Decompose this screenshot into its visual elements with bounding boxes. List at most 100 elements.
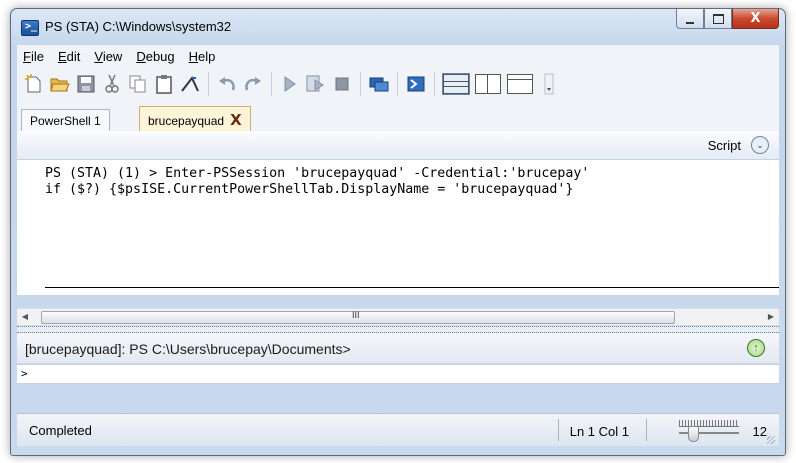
overflow-icon <box>544 73 554 95</box>
redo-icon <box>245 77 261 91</box>
toolbar <box>17 67 779 101</box>
layout-maximized-icon <box>508 79 532 80</box>
status-divider <box>646 419 647 441</box>
layout-script-right-button[interactable] <box>475 74 501 94</box>
scroll-right-icon[interactable]: ▶ <box>763 309 779 325</box>
arrow-up-icon[interactable]: ↑ <box>747 339 765 357</box>
prompt-bar: [brucepayquad]: PS C:\Users\brucepay\Doc… <box>17 333 779 363</box>
scroll-left-icon[interactable]: ◀ <box>17 309 33 325</box>
undo-icon <box>219 77 235 91</box>
menu-view[interactable]: View <box>88 49 130 64</box>
menu-edit[interactable]: Edit <box>52 49 88 64</box>
status-bar: Completed Ln 1 Col 1 12 <box>17 413 779 446</box>
menu-view-mnemonic: V <box>94 48 103 64</box>
toolbar-overflow-button[interactable] <box>536 71 562 97</box>
run-selection-icon <box>306 75 324 92</box>
menu-help-mnemonic: H <box>188 48 199 64</box>
layout-script-top-button[interactable] <box>442 73 470 95</box>
maximize-button[interactable] <box>704 9 732 29</box>
caption-buttons: X <box>676 9 779 29</box>
layout-script-maximized-button[interactable] <box>507 74 533 94</box>
ise-window: >_ PS (STA) C:\Windows\system32 X File E… <box>10 8 786 456</box>
toolbar-separator <box>208 72 209 96</box>
scrollbar-grip-icon: III <box>352 310 360 320</box>
menu-file-label: ile <box>30 48 44 64</box>
layout-top-icon <box>444 81 468 82</box>
cut-icon <box>105 74 119 93</box>
close-tab-icon[interactable]: X <box>230 111 242 129</box>
output-line: if ($?) {$psISE.CurrentPowerShellTab.Dis… <box>45 182 574 197</box>
menu-file[interactable]: File <box>17 49 52 64</box>
command-input-value: > <box>21 367 28 380</box>
new-button[interactable] <box>21 71 47 97</box>
copy-icon <box>129 75 146 93</box>
output-pane[interactable]: PS (STA) (1) > Enter-PSSession 'brucepay… <box>17 159 779 295</box>
command-input[interactable]: > <box>17 364 779 384</box>
zoom-value: 12 <box>752 424 767 439</box>
tab-powershell-1[interactable]: PowerShell 1 <box>21 109 110 131</box>
start-powershell-button[interactable] <box>403 71 429 97</box>
paste-button[interactable] <box>151 71 177 97</box>
new-icon <box>25 74 41 93</box>
run-icon <box>284 76 296 92</box>
menu-edit-label: dit <box>66 48 81 64</box>
menu-bar: File Edit View Debug Help <box>17 45 779 67</box>
new-remote-tab-button[interactable] <box>366 71 392 97</box>
save-icon <box>77 75 95 93</box>
toolbar-separator <box>360 72 361 96</box>
menu-debug[interactable]: Debug <box>130 49 182 64</box>
chevron-down-icon[interactable]: ⌄ <box>751 136 769 154</box>
close-button[interactable]: X <box>732 9 779 29</box>
output-separator <box>45 287 779 288</box>
script-pane-header: Script ⌄ <box>17 131 779 159</box>
redo-button[interactable] <box>240 71 266 97</box>
status-divider <box>558 419 559 441</box>
stop-icon <box>335 77 349 91</box>
stop-button[interactable] <box>329 71 355 97</box>
tab-label: brucepayquad <box>148 114 225 128</box>
run-selection-button[interactable] <box>303 71 329 97</box>
save-button[interactable] <box>73 71 99 97</box>
tab-brucepayquad[interactable]: brucepayquad X <box>139 106 251 132</box>
minimize-icon <box>686 21 694 24</box>
menu-debug-mnemonic: D <box>136 48 146 64</box>
output-line: PS (STA) (1) > Enter-PSSession 'brucepay… <box>45 166 590 181</box>
output-text: PS (STA) (1) > Enter-PSSession 'brucepay… <box>45 166 589 198</box>
title-bar[interactable]: >_ PS (STA) C:\Windows\system32 X <box>11 9 785 45</box>
copy-button[interactable] <box>125 71 151 97</box>
undo-button[interactable] <box>214 71 240 97</box>
cursor-position: Ln 1 Col 1 <box>569 424 629 439</box>
minimize-button[interactable] <box>676 9 704 29</box>
maximize-icon <box>712 13 724 24</box>
resize-grip-icon[interactable] <box>767 436 775 444</box>
scrollbar-thumb[interactable]: III <box>41 310 675 324</box>
horizontal-scrollbar[interactable]: ◀ III ▶ <box>17 308 779 326</box>
run-script-button[interactable] <box>277 71 303 97</box>
prompt-text: [brucepayquad]: PS C:\Users\brucepay\Doc… <box>25 341 351 357</box>
powershell-app-icon: >_ <box>21 20 39 36</box>
zoom-slider-thumb[interactable] <box>688 426 699 442</box>
script-pane-label: Script <box>707 138 741 153</box>
status-text: Completed <box>29 423 92 438</box>
open-button[interactable] <box>47 71 73 97</box>
clear-icon <box>181 76 199 92</box>
toolbar-separator <box>434 72 435 96</box>
cut-button[interactable] <box>99 71 125 97</box>
powershell-icon <box>407 76 425 92</box>
layout-right-icon <box>487 75 488 93</box>
layout-top-icon-divider <box>444 86 468 87</box>
toolbar-separator <box>397 72 398 96</box>
open-icon <box>50 78 70 92</box>
toolbar-separator <box>271 72 272 96</box>
menu-file-mnemonic: F <box>23 48 31 64</box>
pane-splitter[interactable] <box>17 326 779 333</box>
menu-help[interactable]: Help <box>183 49 224 64</box>
clear-button[interactable] <box>177 71 203 97</box>
window-title: PS (STA) C:\Windows\system32 <box>45 19 232 34</box>
tab-label: PowerShell 1 <box>30 114 101 128</box>
tab-strip: PowerShell 1 brucepayquad X <box>17 101 779 132</box>
menu-help-label: elp <box>198 48 216 64</box>
menu-debug-label: ebug <box>145 48 175 64</box>
paste-icon <box>156 75 172 94</box>
close-icon: X <box>750 11 761 26</box>
